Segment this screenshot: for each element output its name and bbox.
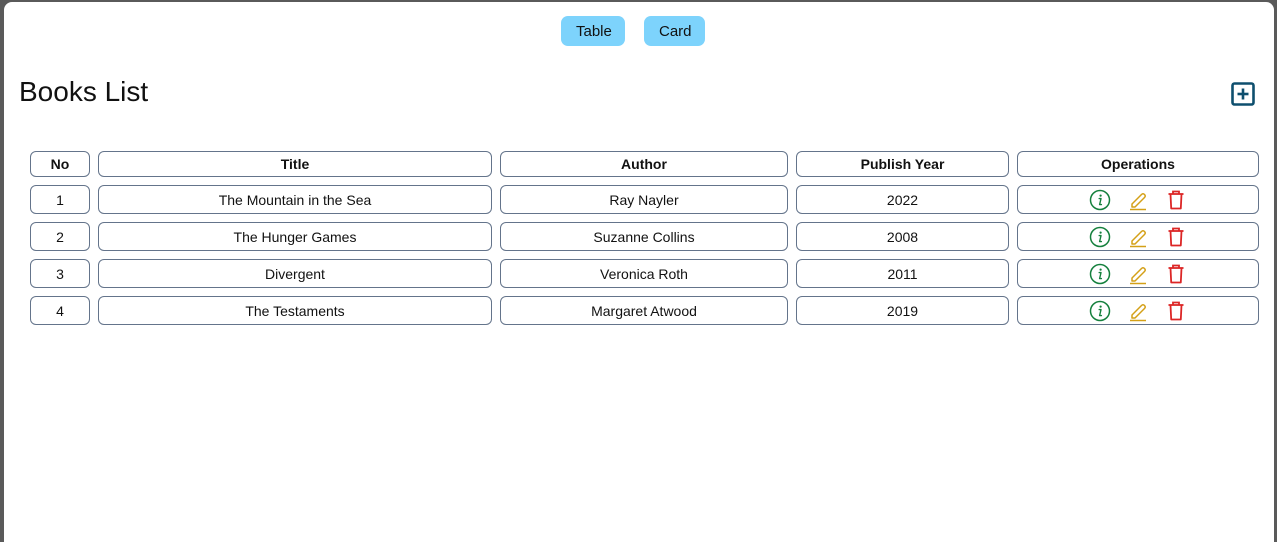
edit-pencil-icon[interactable] [1127,226,1149,248]
add-book-button[interactable] [1231,82,1255,106]
info-circle-icon[interactable] [1089,263,1111,285]
cell-year: 2019 [796,296,1009,325]
table-row: 3 Divergent Veronica Roth 2011 [30,259,1259,288]
edit-pencil-icon[interactable] [1127,263,1149,285]
info-circle-icon[interactable] [1089,189,1111,211]
cell-year: 2022 [796,185,1009,214]
cell-title: The Hunger Games [98,222,492,251]
delete-trash-icon[interactable] [1165,226,1187,248]
cell-title: The Testaments [98,296,492,325]
table-header-row: No Title Author Publish Year Operations [30,151,1259,177]
delete-trash-icon[interactable] [1165,263,1187,285]
card-view-button[interactable]: Card [644,16,705,46]
cell-author: Ray Nayler [500,185,788,214]
cell-year: 2011 [796,259,1009,288]
header-no: No [30,151,90,177]
header-author: Author [500,151,788,177]
app-window: Table Card Books List No Title Author Pu… [4,2,1274,542]
cell-operations [1017,222,1259,251]
edit-pencil-icon[interactable] [1127,300,1149,322]
info-circle-icon[interactable] [1089,226,1111,248]
delete-trash-icon[interactable] [1165,189,1187,211]
table-view-button[interactable]: Table [561,16,625,46]
view-toggle: Table Card [4,16,1274,46]
table-row: 2 The Hunger Games Suzanne Collins 2008 [30,222,1259,251]
cell-year: 2008 [796,222,1009,251]
plus-square-icon [1231,82,1255,106]
books-table: No Title Author Publish Year Operations … [22,143,1267,333]
table-row: 1 The Mountain in the Sea Ray Nayler 202… [30,185,1259,214]
info-circle-icon[interactable] [1089,300,1111,322]
cell-operations [1017,296,1259,325]
cell-no: 3 [30,259,90,288]
cell-author: Margaret Atwood [500,296,788,325]
header-title: Title [98,151,492,177]
cell-author: Veronica Roth [500,259,788,288]
delete-trash-icon[interactable] [1165,300,1187,322]
cell-title: Divergent [98,259,492,288]
page-title: Books List [19,76,149,107]
cell-operations [1017,259,1259,288]
cell-no: 4 [30,296,90,325]
header-operations: Operations [1017,151,1259,177]
header-publish-year: Publish Year [796,151,1009,177]
cell-title: The Mountain in the Sea [98,185,492,214]
table-row: 4 The Testaments Margaret Atwood 2019 [30,296,1259,325]
cell-author: Suzanne Collins [500,222,788,251]
cell-no: 1 [30,185,90,214]
cell-no: 2 [30,222,90,251]
edit-pencil-icon[interactable] [1127,189,1149,211]
cell-operations [1017,185,1259,214]
